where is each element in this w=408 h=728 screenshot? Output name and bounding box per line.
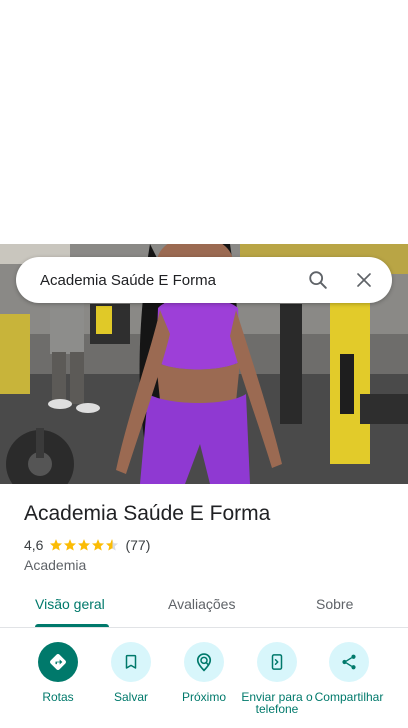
share-label: Compartilhar [314, 690, 384, 704]
nearby-icon [196, 653, 212, 672]
directions-circle [38, 642, 78, 682]
place-category[interactable]: Academia [24, 557, 86, 573]
tab-reviews[interactable]: Avaliações [168, 596, 235, 612]
save-circle [111, 642, 151, 682]
rating-value: 4,6 [24, 537, 44, 553]
nearby-circle [184, 642, 224, 682]
star-full-icon [92, 539, 105, 551]
send-to-phone-button[interactable]: Enviar para o telefone [237, 642, 317, 715]
share-button[interactable]: Compartilhar [309, 642, 389, 703]
tab-overview[interactable]: Visão geral [35, 596, 105, 612]
close-button[interactable] [344, 260, 384, 300]
send-to-phone-icon [271, 654, 283, 670]
place-tabs: Visão geral Avaliações Sobre [0, 590, 408, 628]
save-button[interactable]: Salvar [91, 642, 171, 703]
star-full-icon [64, 539, 77, 551]
share-icon [342, 654, 356, 670]
directions-button[interactable]: Rotas [18, 642, 98, 703]
star-full-icon [78, 539, 91, 551]
close-icon [357, 273, 371, 287]
star-full-icon [50, 539, 63, 551]
map-area[interactable] [0, 0, 408, 244]
save-label: Salvar [113, 690, 148, 704]
nearby-label: Próximo [181, 690, 226, 704]
star-half-icon [106, 539, 119, 551]
review-count[interactable]: (77) [125, 537, 150, 553]
action-buttons: Rotas Salvar Próximo Enviar para o telef… [0, 642, 408, 728]
search-input[interactable]: Academia Saúde E Forma [16, 272, 298, 289]
place-title: Academia Saúde E Forma [24, 502, 271, 525]
tab-about[interactable]: Sobre [316, 596, 353, 612]
share-circle [329, 642, 369, 682]
directions-icon [50, 654, 66, 670]
tab-active-indicator [35, 624, 109, 627]
search-icon [309, 271, 327, 289]
rating-row[interactable]: 4,6 (77) [24, 537, 150, 553]
directions-label: Rotas [42, 690, 74, 704]
search-button[interactable] [298, 260, 338, 300]
search-bar[interactable]: Academia Saúde E Forma [16, 257, 392, 303]
rating-stars [49, 538, 119, 552]
send-to-phone-label: Enviar para o telefone [241, 690, 313, 716]
send-to-phone-circle [257, 642, 297, 682]
nearby-button[interactable]: Próximo [164, 642, 244, 703]
bookmark-icon [125, 654, 137, 669]
